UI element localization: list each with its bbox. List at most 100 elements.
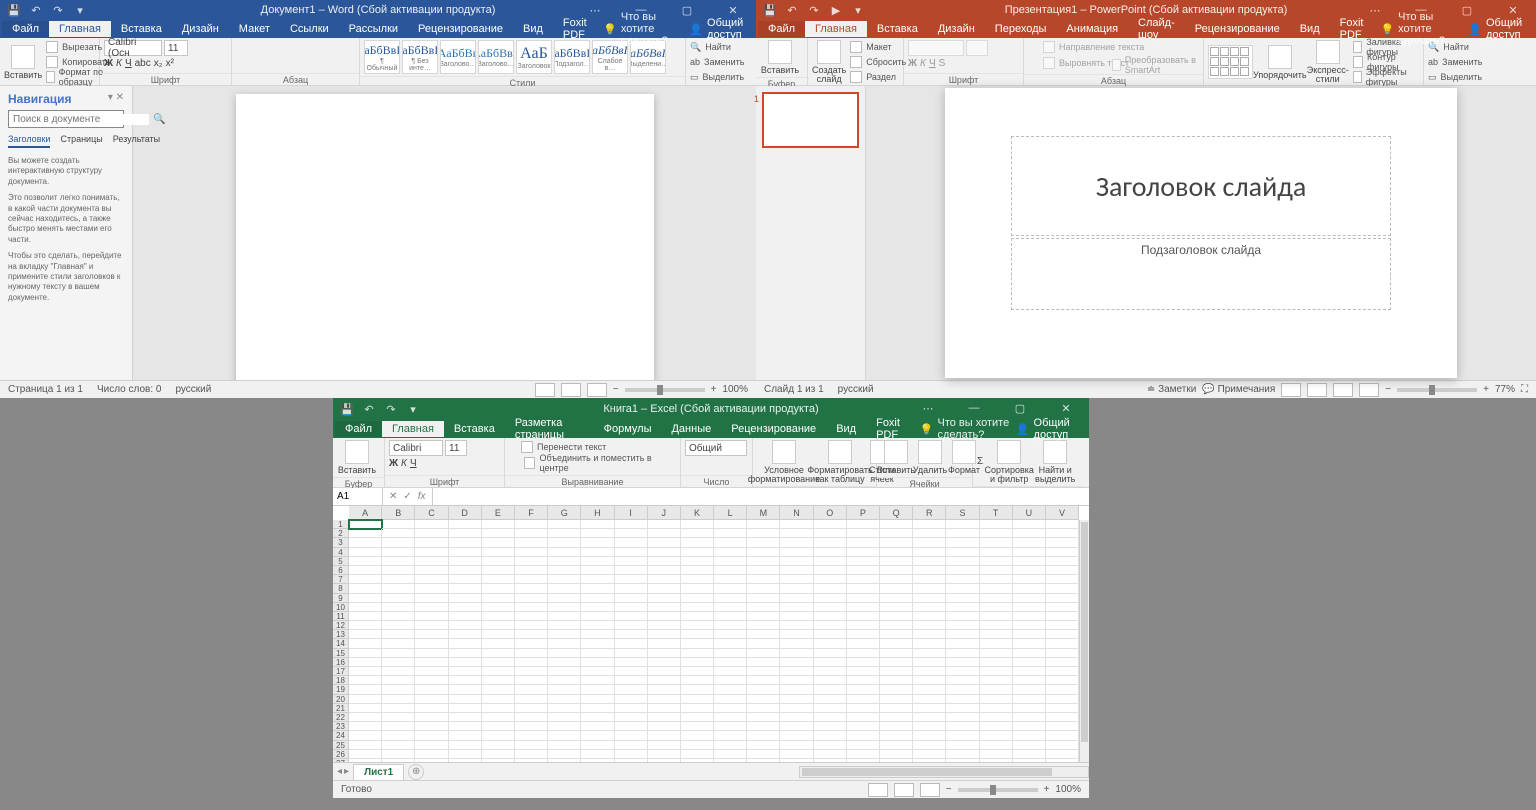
cell[interactable] <box>681 630 714 639</box>
cell[interactable] <box>515 630 548 639</box>
quick-styles-button[interactable]: Экспресс-стили <box>1307 40 1349 84</box>
cell[interactable] <box>1046 575 1079 584</box>
cell[interactable] <box>880 695 913 704</box>
zoom-out-icon[interactable]: − <box>946 784 952 795</box>
cell[interactable] <box>1013 722 1046 731</box>
cell[interactable] <box>913 612 946 621</box>
cell[interactable] <box>747 538 780 547</box>
cell[interactable] <box>747 529 780 538</box>
cell[interactable] <box>714 538 747 547</box>
cell[interactable] <box>946 603 979 612</box>
cell[interactable] <box>946 713 979 722</box>
view-read-icon[interactable] <box>535 383 555 397</box>
cell[interactable] <box>349 667 382 676</box>
cell[interactable] <box>482 667 515 676</box>
cell[interactable] <box>814 575 847 584</box>
cell[interactable] <box>880 722 913 731</box>
cell[interactable] <box>482 704 515 713</box>
cell[interactable] <box>780 676 813 685</box>
cell[interactable] <box>780 649 813 658</box>
cell[interactable] <box>681 667 714 676</box>
cell[interactable] <box>714 731 747 740</box>
cell[interactable] <box>615 566 648 575</box>
row-header[interactable]: 24 <box>333 731 349 740</box>
cell[interactable] <box>382 695 415 704</box>
cell[interactable] <box>681 750 714 759</box>
cell[interactable] <box>482 548 515 557</box>
cell[interactable] <box>681 603 714 612</box>
cell[interactable] <box>482 676 515 685</box>
cell[interactable] <box>913 695 946 704</box>
cell[interactable] <box>880 594 913 603</box>
cell[interactable] <box>780 520 813 529</box>
cell[interactable] <box>615 621 648 630</box>
cell[interactable] <box>814 603 847 612</box>
cell[interactable] <box>980 695 1013 704</box>
cell[interactable] <box>1013 584 1046 593</box>
cell[interactable] <box>449 658 482 667</box>
cell[interactable] <box>482 621 515 630</box>
cell[interactable] <box>714 621 747 630</box>
cell[interactable] <box>980 731 1013 740</box>
col-header[interactable]: H <box>581 506 614 520</box>
view-sorter-icon[interactable] <box>1307 383 1327 397</box>
redo-icon[interactable]: ↷ <box>50 2 66 18</box>
cell[interactable] <box>449 557 482 566</box>
zoom-in-icon[interactable]: + <box>1044 784 1050 795</box>
view-web-icon[interactable] <box>587 383 607 397</box>
row-header[interactable]: 6 <box>333 566 349 575</box>
row-header[interactable]: 15 <box>333 649 349 658</box>
cell[interactable] <box>946 658 979 667</box>
shapes-gallery[interactable] <box>1208 45 1253 79</box>
cell[interactable] <box>980 548 1013 557</box>
cell[interactable] <box>980 566 1013 575</box>
cell[interactable] <box>714 594 747 603</box>
cell[interactable] <box>1013 741 1046 750</box>
cell[interactable] <box>913 621 946 630</box>
cell[interactable] <box>515 529 548 538</box>
cell[interactable] <box>847 548 880 557</box>
col-header[interactable]: F <box>515 506 548 520</box>
new-slide-button[interactable]: Создать слайд <box>812 40 846 84</box>
cell[interactable] <box>1046 538 1079 547</box>
nav-tab-pages[interactable]: Страницы <box>60 134 102 148</box>
cell[interactable] <box>581 741 614 750</box>
cell[interactable] <box>946 676 979 685</box>
cell[interactable] <box>814 566 847 575</box>
cell[interactable] <box>515 520 548 529</box>
status-wordcount[interactable]: Число слов: 0 <box>97 384 161 395</box>
cell[interactable] <box>1046 520 1079 529</box>
cell[interactable] <box>946 566 979 575</box>
cell[interactable] <box>780 741 813 750</box>
cell[interactable] <box>814 667 847 676</box>
replace-button[interactable]: ab Заменить <box>690 55 752 69</box>
undo-icon[interactable]: ↶ <box>361 401 377 417</box>
comments-button[interactable]: 💬 Примечания <box>1202 384 1275 395</box>
cell[interactable] <box>980 704 1013 713</box>
cell[interactable] <box>1013 529 1046 538</box>
col-header[interactable]: I <box>615 506 648 520</box>
find-button[interactable]: 🔍 Найти <box>690 40 752 54</box>
cell[interactable] <box>482 722 515 731</box>
cell[interactable] <box>648 639 681 648</box>
cell[interactable] <box>449 713 482 722</box>
cell[interactable] <box>946 621 979 630</box>
cell[interactable] <box>880 630 913 639</box>
cell[interactable] <box>1046 584 1079 593</box>
cell[interactable] <box>814 548 847 557</box>
cell[interactable] <box>382 584 415 593</box>
font-name-combo[interactable]: Calibri <box>389 440 443 456</box>
cell[interactable] <box>382 612 415 621</box>
cell[interactable] <box>780 575 813 584</box>
cell[interactable] <box>980 741 1013 750</box>
cell[interactable] <box>581 584 614 593</box>
cell[interactable] <box>880 520 913 529</box>
cell[interactable] <box>880 667 913 676</box>
tab-design[interactable]: Дизайн <box>172 21 229 37</box>
cell[interactable] <box>581 575 614 584</box>
cell[interactable] <box>714 520 747 529</box>
cell[interactable] <box>648 520 681 529</box>
tab-insert[interactable]: Вставка <box>444 421 505 437</box>
cell[interactable] <box>847 557 880 566</box>
cell[interactable] <box>548 520 581 529</box>
